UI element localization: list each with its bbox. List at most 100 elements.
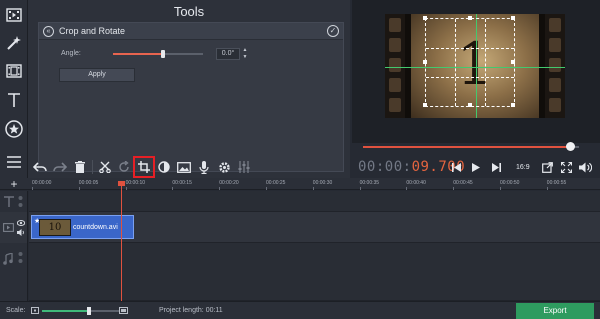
crop-handle[interactable] [511, 103, 515, 107]
crop-handle[interactable] [511, 16, 515, 20]
gear-icon[interactable] [214, 156, 234, 178]
crop-handle[interactable] [423, 103, 427, 107]
undo-icon[interactable] [30, 156, 50, 178]
ruler-label: 00:00:30 [312, 180, 333, 186]
text-track-header [0, 191, 28, 212]
ruler-label: 00:00:05 [78, 180, 99, 186]
angle-label: Angle: [61, 50, 81, 57]
ruler-label: 00:00:55 [546, 180, 567, 186]
redo-icon[interactable] [50, 156, 70, 178]
ruler-label: 00:00:20 [219, 180, 239, 186]
zoom-slider-thumb[interactable] [86, 307, 91, 315]
track-visibility-icon[interactable] [17, 195, 24, 208]
microphone-icon[interactable] [194, 156, 214, 178]
crop-handle[interactable] [511, 60, 515, 64]
playhead[interactable] [121, 183, 122, 302]
project-length-label: Project length: [159, 307, 204, 314]
ruler-tick [78, 187, 80, 190]
crop-handle[interactable] [468, 16, 472, 20]
playback-thumb[interactable] [566, 142, 576, 151]
angle-slider[interactable] [113, 50, 203, 58]
ruler-label: 00:00:00 [32, 180, 52, 186]
project-length-value: 00:11 [205, 307, 223, 314]
crop-handle[interactable] [468, 103, 472, 107]
equalizer-icon[interactable] [234, 156, 254, 178]
menu-lines-icon[interactable] [2, 150, 26, 174]
skip-back-icon[interactable] [445, 157, 467, 177]
playhead-marker[interactable] [118, 181, 125, 186]
video-preview: 1 [352, 0, 600, 143]
aspect-ratio-button[interactable]: 16:9 [516, 164, 530, 171]
ruler-tick [219, 187, 221, 190]
ruler-tick [266, 187, 267, 190]
audio-track-header [0, 243, 28, 301]
music-note-icon [3, 253, 13, 265]
ruler-label: 00:00:15 [172, 180, 192, 186]
angle-input[interactable]: 0.0° [216, 48, 240, 60]
tools-panel: Tools « Crop and Rotate ✓ Angle: 0.0° ▲ ▼… [28, 0, 350, 178]
ruler-tick [359, 187, 361, 190]
crop-handle[interactable] [423, 60, 427, 64]
crop-frame[interactable] [423, 16, 515, 107]
clip-name: countdown.avi [73, 224, 118, 231]
crop-rotate-header[interactable]: « Crop and Rotate ✓ [39, 23, 343, 40]
confirm-check-icon[interactable]: ✓ [327, 25, 339, 37]
collapse-double-left-icon[interactable]: « [43, 26, 54, 37]
film-strip-left [385, 14, 405, 118]
audio-track[interactable] [29, 243, 600, 301]
ruler-tick [453, 187, 455, 190]
track-volume-icon[interactable] [17, 229, 25, 236]
editing-toolbar [28, 156, 350, 178]
scale-label: Scale: [6, 307, 26, 314]
cut-icon[interactable] [95, 156, 115, 178]
ruler-label: 00:00:50 [500, 180, 520, 186]
zoom-slider-fill [42, 310, 89, 312]
color-adjust-icon[interactable] [154, 156, 174, 178]
text-t-icon[interactable] [2, 88, 26, 112]
angle-slider-thumb[interactable] [160, 50, 165, 58]
ruler-label: 00:00:45 [453, 180, 473, 186]
ruler-tick [32, 187, 33, 190]
ruler-tick [546, 187, 548, 190]
timecode-prefix: 00:00: [358, 159, 412, 175]
star-badge-icon[interactable] [2, 117, 26, 141]
export-button[interactable]: Export [516, 303, 594, 319]
text-track[interactable] [29, 191, 600, 212]
play-icon[interactable] [465, 157, 487, 177]
clip-thumbnail: 10 [39, 219, 71, 236]
timeline-ruler[interactable]: + 00:00:00 00:00:05 00:00:10 00:00:15 00:00:… [0, 177, 600, 191]
import-media-icon[interactable] [2, 3, 26, 27]
zoom-slider[interactable] [42, 307, 120, 315]
toolbar-divider [92, 160, 93, 174]
video-clip[interactable]: ★ 10 countdown.avi [31, 215, 134, 239]
magic-wand-icon[interactable] [2, 31, 26, 55]
transitions-icon[interactable] [2, 59, 26, 83]
zoom-out-icon[interactable] [31, 307, 39, 314]
rotate-icon[interactable] [114, 156, 134, 178]
ruler-label: 00:00:25 [266, 180, 286, 186]
angle-spinner-icon[interactable]: ▲ ▼ [242, 47, 248, 61]
volume-icon[interactable] [574, 157, 596, 177]
video-track-header [0, 212, 28, 243]
delete-icon[interactable] [70, 156, 90, 178]
crop-icon[interactable] [134, 156, 154, 178]
ruler-label: 00:00:10 [125, 180, 146, 186]
tools-title: Tools [173, 4, 205, 19]
crop-rotate-section: « Crop and Rotate ✓ Angle: 0.0° ▲ ▼ Apply [38, 22, 344, 172]
track-visibility-icon[interactable] [17, 251, 24, 264]
skip-forward-icon[interactable] [485, 157, 507, 177]
ruler-tick [172, 187, 174, 190]
ruler-tick [406, 187, 408, 190]
apply-button[interactable]: Apply [59, 68, 135, 82]
playback-progress[interactable] [363, 146, 571, 148]
zoom-in-icon[interactable] [119, 307, 128, 314]
film-strip-right [545, 14, 565, 118]
status-footer: Scale: Project length: 00:11 Export [0, 301, 600, 319]
eye-icon[interactable] [17, 220, 25, 226]
video-track-icon [3, 223, 14, 232]
ruler-tick [125, 187, 127, 190]
ruler-tick [312, 187, 314, 190]
crop-handle[interactable] [423, 16, 427, 20]
ruler-label: 00:00:40 [406, 180, 426, 186]
image-icon[interactable] [174, 156, 194, 178]
